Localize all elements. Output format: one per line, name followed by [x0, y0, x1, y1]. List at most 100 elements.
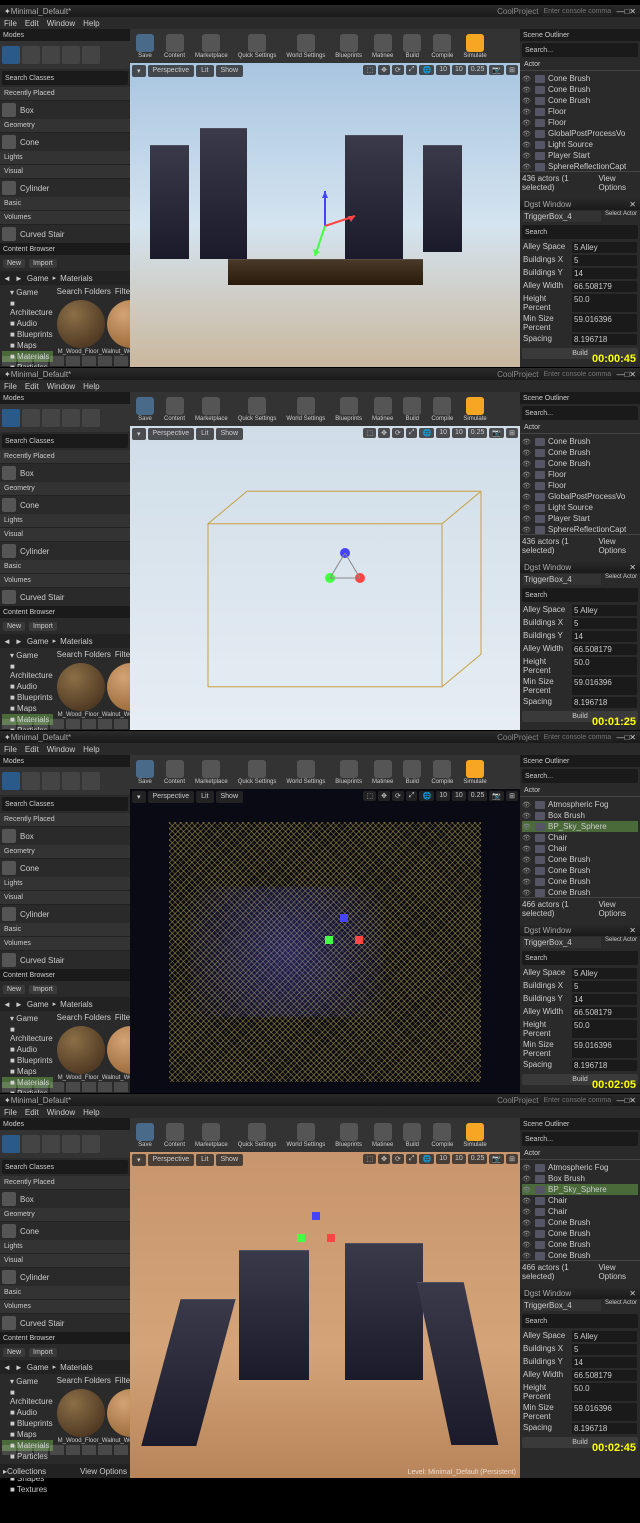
compile-button[interactable]: Compile	[427, 1121, 457, 1150]
start-button-icon[interactable]	[2, 719, 16, 729]
perspective-dropdown[interactable]: Perspective	[148, 791, 195, 803]
menu-help[interactable]: Help	[83, 382, 99, 391]
menu-edit[interactable]: Edit	[25, 745, 39, 754]
build-button[interactable]: Build	[399, 1121, 425, 1150]
place-mode-icon[interactable]	[2, 46, 20, 64]
place-category[interactable]: Visual	[0, 891, 130, 905]
taskbar-app-icon[interactable]	[98, 719, 112, 729]
place-item[interactable]: Box	[0, 464, 130, 482]
geometry-mode-icon[interactable]	[82, 1135, 100, 1153]
modes-search[interactable]: Search Classes	[2, 1160, 128, 1174]
place-category[interactable]: Lights	[0, 514, 130, 528]
menu-file[interactable]: File	[4, 1108, 17, 1117]
content-button[interactable]: Content	[160, 395, 189, 424]
paint-mode-icon[interactable]	[22, 1135, 40, 1153]
outliner-view-options[interactable]: View Options	[598, 1263, 638, 1281]
quick-settings-button[interactable]: Quick Settings	[234, 395, 281, 424]
breadcrumb-back-icon[interactable]: ◄	[3, 274, 11, 283]
geometry-mode-icon[interactable]	[82, 409, 100, 427]
visibility-icon[interactable]: 👁	[522, 801, 532, 809]
simulate-button[interactable]: Simulate	[459, 1121, 490, 1150]
property-value[interactable]: 14	[572, 1357, 637, 1368]
property-value[interactable]: 8.196718	[572, 1423, 637, 1434]
matinee-button[interactable]: Matinee	[368, 758, 397, 787]
menu-help[interactable]: Help	[83, 19, 99, 28]
taskbar-app-icon[interactable]	[82, 719, 96, 729]
source-folder[interactable]: ■ Architecture	[2, 1387, 53, 1407]
taskbar-app-icon[interactable]	[114, 1082, 128, 1092]
menu-file[interactable]: File	[4, 19, 17, 28]
property-value[interactable]: 14	[572, 268, 637, 279]
outliner-actor[interactable]: 👁Cone Brush	[522, 1250, 638, 1260]
visibility-icon[interactable]: 👁	[522, 1208, 532, 1216]
select-actor-dropdown[interactable]: Select Actor	[605, 211, 637, 222]
place-item[interactable]: Cone	[0, 496, 130, 514]
visibility-icon[interactable]: 👁	[522, 856, 532, 864]
place-item[interactable]: Cone	[0, 859, 130, 877]
property-value[interactable]: 14	[572, 994, 637, 1005]
transform-gizmo[interactable]	[315, 543, 375, 603]
outliner-actor[interactable]: 👁Cone Brush	[522, 854, 638, 865]
actor-column[interactable]: Actor	[520, 785, 640, 797]
property-value[interactable]: 5	[572, 1344, 637, 1355]
taskbar-app-icon[interactable]	[98, 1445, 112, 1455]
source-folder[interactable]: ■ Blueprints	[2, 1418, 53, 1429]
visibility-icon[interactable]: 👁	[522, 526, 532, 534]
visibility-icon[interactable]: 👁	[522, 889, 532, 897]
taskbar-app-icon[interactable]	[82, 1445, 96, 1455]
visibility-icon[interactable]: 👁	[522, 515, 532, 523]
actor-column[interactable]: Actor	[520, 59, 640, 71]
taskbar-app-icon[interactable]	[34, 356, 48, 366]
outliner-actor[interactable]: 👁GlobalPostProcessVo	[522, 491, 638, 502]
place-category[interactable]: Basic	[0, 560, 130, 574]
foliage-mode-icon[interactable]	[62, 409, 80, 427]
details-close-icon[interactable]: ✕	[629, 926, 636, 935]
place-category[interactable]: Volumes	[0, 1300, 130, 1314]
breadcrumb-back-icon[interactable]: ◄	[3, 1000, 11, 1009]
taskbar-app-icon[interactable]	[34, 719, 48, 729]
property-value[interactable]: 66.508179	[572, 1370, 637, 1381]
property-value[interactable]: 59.016396	[572, 1403, 637, 1421]
maximize-viewport-icon[interactable]: ⊞	[506, 791, 518, 801]
outliner-actor[interactable]: 👁Cone Brush	[522, 436, 638, 447]
console-input[interactable]	[542, 7, 612, 16]
details-search[interactable]: Search	[522, 1314, 638, 1328]
transform-gizmo[interactable]	[285, 186, 365, 266]
console-input[interactable]	[542, 733, 612, 742]
source-folder[interactable]: ▾ Game	[2, 1013, 53, 1024]
taskbar-app-icon[interactable]	[114, 1445, 128, 1455]
outliner-view-options[interactable]: View Options	[598, 174, 638, 192]
outliner-actor[interactable]: 👁GlobalPostProcessVo	[522, 128, 638, 139]
outliner-search[interactable]: Search...	[522, 769, 638, 783]
quick-settings-button[interactable]: Quick Settings	[234, 1121, 281, 1150]
outliner-actor[interactable]: 👁Cone Brush	[522, 887, 638, 897]
angle-snap[interactable]: 10	[452, 791, 466, 801]
taskbar-app-icon[interactable]	[50, 719, 64, 729]
breadcrumb-game[interactable]: Game	[27, 274, 49, 283]
breadcrumb-fwd-icon[interactable]: ►	[15, 637, 23, 646]
select-actor-dropdown[interactable]: Select Actor	[605, 574, 637, 585]
place-category[interactable]: Recently Placed	[0, 1176, 130, 1190]
transform-move-icon[interactable]: ✥	[378, 791, 390, 801]
start-button-icon[interactable]	[2, 356, 16, 366]
property-value[interactable]: 59.016396	[572, 677, 637, 695]
menu-edit[interactable]: Edit	[25, 1108, 39, 1117]
source-folder[interactable]: ■ Audio	[2, 1044, 53, 1055]
source-folder[interactable]: ■ Textures	[2, 1484, 53, 1495]
breadcrumb-materials[interactable]: Materials	[60, 1000, 92, 1009]
coord-space-icon[interactable]: 🌐	[419, 791, 434, 801]
source-folder[interactable]: ■ Maps	[2, 340, 53, 351]
menu-window[interactable]: Window	[47, 19, 75, 28]
start-button-icon[interactable]	[2, 1082, 16, 1092]
visibility-icon[interactable]: 👁	[522, 812, 532, 820]
source-folder[interactable]: ▾ Game	[2, 650, 53, 661]
place-category[interactable]: Recently Placed	[0, 450, 130, 464]
visibility-icon[interactable]: 👁	[522, 493, 532, 501]
property-value[interactable]: 5	[572, 255, 637, 266]
visibility-icon[interactable]: 👁	[522, 86, 532, 94]
search-folders[interactable]: Search Folders	[57, 650, 111, 659]
visibility-icon[interactable]: 👁	[522, 108, 532, 116]
property-value[interactable]: 50.0	[572, 1383, 637, 1401]
outliner-actor[interactable]: 👁Cone Brush	[522, 1228, 638, 1239]
property-value[interactable]: 5 Alley	[572, 1331, 637, 1342]
